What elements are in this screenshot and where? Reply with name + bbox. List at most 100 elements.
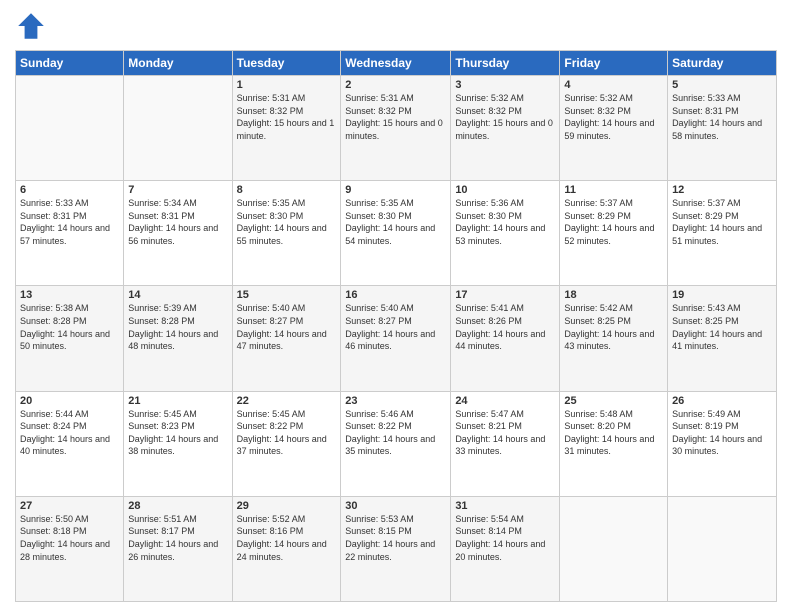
calendar-cell: 7Sunrise: 5:34 AMSunset: 8:31 PMDaylight… (124, 181, 232, 286)
calendar-cell: 29 Sunrise: 5:52 AMSunset: 8:16 PMDayligh… (232, 496, 341, 601)
calendar-cell: 10 Sunrise: 5:36 AMSunset: 8:30 PMDayligh… (451, 181, 560, 286)
cell-info: Sunrise: 5:51 AMSunset: 8:17 PMDaylight:… (128, 514, 218, 562)
cell-info: Sunrise: 5:41 AMSunset: 8:26 PMDaylight:… (455, 303, 545, 351)
cell-info: Sunrise: 5:34 AMSunset: 8:31 PMDaylight:… (128, 198, 218, 246)
calendar-cell (124, 76, 232, 181)
cell-info: Sunrise: 5:44 AMSunset: 8:24 PMDaylight:… (20, 409, 110, 457)
day-number: 9 (345, 184, 446, 196)
calendar-cell: 8 Sunrise: 5:35 AMSunset: 8:30 PMDaylight… (232, 181, 341, 286)
day-number: 2 (345, 79, 446, 91)
cell-info: Sunrise: 5:43 AMSunset: 8:25 PMDaylight:… (672, 303, 762, 351)
calendar-cell: 2 Sunrise: 5:31 AMSunset: 8:32 PMDaylight… (341, 76, 451, 181)
calendar-cell (560, 496, 668, 601)
cell-info: Sunrise: 5:50 AMSunset: 8:18 PMDaylight:… (20, 514, 110, 562)
calendar-cell: 26 Sunrise: 5:49 AMSunset: 8:19 PMDayligh… (668, 391, 777, 496)
day-number: 25 (564, 395, 663, 407)
weekday-header-row: SundayMondayTuesdayWednesdayThursdayFrid… (16, 51, 777, 76)
calendar-cell (16, 76, 124, 181)
day-number: 8 (237, 184, 337, 196)
day-number: 12 (672, 184, 772, 196)
day-number: 16 (345, 289, 446, 301)
cell-info: Sunrise: 5:33 AMSunset: 8:31 PMDaylight:… (672, 93, 762, 141)
calendar-cell: 31 Sunrise: 5:54 AMSunset: 8:14 PMDayligh… (451, 496, 560, 601)
cell-info: Sunrise: 5:52 AMSunset: 8:16 PMDaylight:… (237, 514, 327, 562)
week-row-2: 13 Sunrise: 5:38 AMSunset: 8:28 PMDayligh… (16, 286, 777, 391)
cell-info: Sunrise: 5:39 AMSunset: 8:28 PMDaylight:… (128, 303, 218, 351)
day-number: 22 (237, 395, 337, 407)
day-number: 19 (672, 289, 772, 301)
calendar-cell: 19 Sunrise: 5:43 AMSunset: 8:25 PMDayligh… (668, 286, 777, 391)
cell-info: Sunrise: 5:35 AMSunset: 8:30 PMDaylight:… (237, 198, 327, 246)
cell-info: Sunrise: 5:31 AMSunset: 8:32 PMDaylight:… (345, 93, 443, 141)
cell-info: Sunrise: 5:37 AMSunset: 8:29 PMDaylight:… (564, 198, 654, 246)
calendar-cell: 6 Sunrise: 5:33 AMSunset: 8:31 PMDaylight… (16, 181, 124, 286)
cell-info: Sunrise: 5:40 AMSunset: 8:27 PMDaylight:… (345, 303, 435, 351)
day-number: 5 (672, 79, 772, 91)
cell-info: Sunrise: 5:42 AMSunset: 8:25 PMDaylight:… (564, 303, 654, 351)
week-row-0: 1 Sunrise: 5:31 AMSunset: 8:32 PMDaylight… (16, 76, 777, 181)
calendar-cell: 28 Sunrise: 5:51 AMSunset: 8:17 PMDayligh… (124, 496, 232, 601)
day-number: 29 (237, 500, 337, 512)
week-row-4: 27 Sunrise: 5:50 AMSunset: 8:18 PMDayligh… (16, 496, 777, 601)
page: SundayMondayTuesdayWednesdayThursdayFrid… (0, 0, 792, 612)
header (15, 10, 777, 42)
day-number: 15 (237, 289, 337, 301)
cell-info: Sunrise: 5:35 AMSunset: 8:30 PMDaylight:… (345, 198, 435, 246)
logo (15, 10, 51, 42)
cell-info: Sunrise: 5:48 AMSunset: 8:20 PMDaylight:… (564, 409, 654, 457)
calendar-cell: 20Sunrise: 5:44 AMSunset: 8:24 PMDayligh… (16, 391, 124, 496)
day-number: 30 (345, 500, 446, 512)
day-number: 23 (345, 395, 446, 407)
cell-info: Sunrise: 5:32 AMSunset: 8:32 PMDaylight:… (564, 93, 654, 141)
day-number: 4 (564, 79, 663, 91)
day-number: 17 (455, 289, 555, 301)
calendar-cell: 13 Sunrise: 5:38 AMSunset: 8:28 PMDayligh… (16, 286, 124, 391)
day-number: 6 (20, 184, 119, 196)
calendar-cell: 16 Sunrise: 5:40 AMSunset: 8:27 PMDayligh… (341, 286, 451, 391)
day-number: 18 (564, 289, 663, 301)
cell-info: Sunrise: 5:47 AMSunset: 8:21 PMDaylight:… (455, 409, 545, 457)
calendar-cell: 11 Sunrise: 5:37 AMSunset: 8:29 PMDayligh… (560, 181, 668, 286)
day-number: 3 (455, 79, 555, 91)
week-row-1: 6 Sunrise: 5:33 AMSunset: 8:31 PMDaylight… (16, 181, 777, 286)
weekday-header-wednesday: Wednesday (341, 51, 451, 76)
day-number: 31 (455, 500, 555, 512)
calendar-cell: 27 Sunrise: 5:50 AMSunset: 8:18 PMDayligh… (16, 496, 124, 601)
logo-icon (15, 10, 47, 42)
day-number: 21 (128, 395, 227, 407)
calendar-cell (668, 496, 777, 601)
calendar-cell: 18 Sunrise: 5:42 AMSunset: 8:25 PMDayligh… (560, 286, 668, 391)
cell-info: Sunrise: 5:36 AMSunset: 8:30 PMDaylight:… (455, 198, 545, 246)
calendar-cell: 30 Sunrise: 5:53 AMSunset: 8:15 PMDayligh… (341, 496, 451, 601)
day-number: 11 (564, 184, 663, 196)
calendar-cell: 24Sunrise: 5:47 AMSunset: 8:21 PMDayligh… (451, 391, 560, 496)
cell-info: Sunrise: 5:32 AMSunset: 8:32 PMDaylight:… (455, 93, 553, 141)
calendar-cell: 23 Sunrise: 5:46 AMSunset: 8:22 PMDayligh… (341, 391, 451, 496)
weekday-header-tuesday: Tuesday (232, 51, 341, 76)
calendar-cell: 9 Sunrise: 5:35 AMSunset: 8:30 PMDaylight… (341, 181, 451, 286)
cell-info: Sunrise: 5:31 AMSunset: 8:32 PMDaylight:… (237, 93, 335, 141)
cell-info: Sunrise: 5:33 AMSunset: 8:31 PMDaylight:… (20, 198, 110, 246)
calendar-cell: 14 Sunrise: 5:39 AMSunset: 8:28 PMDayligh… (124, 286, 232, 391)
calendar-cell: 3 Sunrise: 5:32 AMSunset: 8:32 PMDaylight… (451, 76, 560, 181)
weekday-header-friday: Friday (560, 51, 668, 76)
day-number: 27 (20, 500, 119, 512)
cell-info: Sunrise: 5:40 AMSunset: 8:27 PMDaylight:… (237, 303, 327, 351)
calendar-cell: 21Sunrise: 5:45 AMSunset: 8:23 PMDayligh… (124, 391, 232, 496)
calendar-cell: 1 Sunrise: 5:31 AMSunset: 8:32 PMDaylight… (232, 76, 341, 181)
weekday-header-saturday: Saturday (668, 51, 777, 76)
cell-info: Sunrise: 5:53 AMSunset: 8:15 PMDaylight:… (345, 514, 435, 562)
cell-info: Sunrise: 5:45 AMSunset: 8:22 PMDaylight:… (237, 409, 327, 457)
cell-info: Sunrise: 5:46 AMSunset: 8:22 PMDaylight:… (345, 409, 435, 457)
day-number: 26 (672, 395, 772, 407)
cell-info: Sunrise: 5:49 AMSunset: 8:19 PMDaylight:… (672, 409, 762, 457)
day-number: 28 (128, 500, 227, 512)
calendar-cell: 12Sunrise: 5:37 AMSunset: 8:29 PMDayligh… (668, 181, 777, 286)
day-number: 13 (20, 289, 119, 301)
day-number: 1 (237, 79, 337, 91)
calendar-table: SundayMondayTuesdayWednesdayThursdayFrid… (15, 50, 777, 602)
cell-info: Sunrise: 5:38 AMSunset: 8:28 PMDaylight:… (20, 303, 110, 351)
day-number: 14 (128, 289, 227, 301)
cell-info: Sunrise: 5:54 AMSunset: 8:14 PMDaylight:… (455, 514, 545, 562)
day-number: 10 (455, 184, 555, 196)
